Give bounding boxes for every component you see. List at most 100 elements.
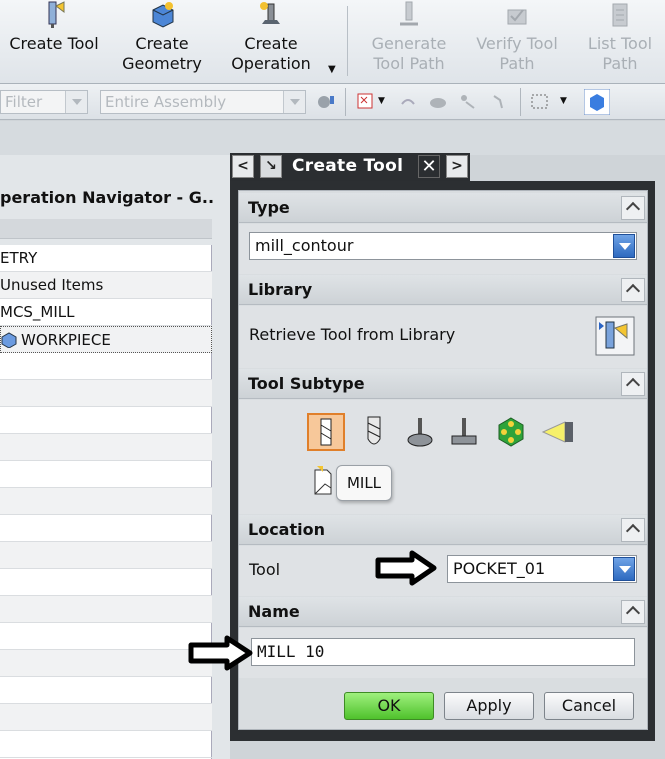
chevron-up-icon[interactable]	[621, 600, 645, 624]
generate-label-1: Generate	[371, 34, 447, 53]
gear-filter-icon[interactable]	[316, 92, 336, 112]
ball-mill-subtype-icon[interactable]	[359, 415, 389, 449]
tool-name-input[interactable]: MILL 10	[251, 638, 635, 666]
assembly-combo-text: Entire Assembly	[105, 93, 227, 111]
toolbar-separator	[345, 88, 346, 116]
create-geometry-label-1: Create	[135, 34, 189, 53]
verify-toolpath-icon	[507, 9, 527, 25]
location-section-body: Tool POCKET_01	[239, 546, 647, 596]
dock-arrow-icon[interactable]: ↘	[260, 155, 282, 178]
tree-row-empty	[0, 353, 212, 380]
dialog-title-bar[interactable]: < ↘ Create Tool ✕ >	[230, 153, 470, 181]
filter-combo-text: Filter	[5, 93, 43, 111]
tool-location-value: POCKET_01	[453, 559, 546, 578]
chevron-down-icon[interactable]: ▼	[560, 96, 567, 106]
type-section-header[interactable]: Type	[239, 193, 647, 223]
tree-row-empty	[0, 488, 212, 515]
tree-row-empty	[0, 731, 212, 758]
tool-pick-icon[interactable]	[490, 92, 510, 112]
select-icon[interactable]	[356, 92, 376, 112]
assembly-combo[interactable]: Entire Assembly	[100, 90, 306, 114]
create-tool-button[interactable]: Create Tool	[4, 0, 104, 80]
barrel-cutter-subtype-icon[interactable]	[449, 416, 479, 448]
subtype-section-header[interactable]: Tool Subtype	[239, 369, 647, 399]
tree-row-unused-items[interactable]: Unused Items	[0, 272, 212, 299]
chevron-down-icon[interactable]	[613, 234, 635, 258]
retrieve-library-icon[interactable]	[595, 316, 635, 356]
toolbar-separator	[520, 88, 521, 116]
chevron-right-icon[interactable]: >	[446, 155, 468, 178]
chevron-down-icon[interactable]: ▼	[378, 96, 385, 106]
library-section-header[interactable]: Library	[239, 275, 647, 305]
create-operation-label-1: Create	[244, 34, 298, 53]
tree-row-empty	[0, 434, 212, 461]
tree-row-empty	[0, 461, 212, 488]
annotation-arrow-icon	[188, 635, 253, 671]
create-operation-button[interactable]: Create Operation	[220, 0, 322, 80]
type-select[interactable]: mill_contour	[249, 232, 637, 260]
verify-label-1: Verify Tool	[476, 34, 558, 53]
list-label-2: Path	[602, 54, 638, 73]
type-select-value: mill_contour	[255, 236, 354, 255]
create-geometry-label-2: Geometry	[122, 54, 202, 73]
dialog-title: Create Tool	[292, 156, 404, 176]
tree-row-empty	[0, 569, 212, 596]
create-geometry-button[interactable]: Create Geometry	[112, 0, 212, 80]
solid-icon[interactable]	[428, 92, 448, 112]
view-cube-icon[interactable]	[584, 89, 610, 115]
location-heading: Location	[248, 520, 325, 539]
location-section-header[interactable]: Location	[239, 515, 647, 545]
name-heading: Name	[248, 602, 300, 621]
create-operation-icon	[260, 2, 280, 24]
name-section-body: MILL 10	[239, 628, 647, 678]
chevron-down-icon[interactable]	[65, 91, 87, 113]
navigator-column-header[interactable]	[0, 219, 212, 239]
chevron-up-icon[interactable]	[621, 518, 645, 542]
chevron-up-icon[interactable]	[621, 278, 645, 302]
type-section-body: mill_contour	[239, 224, 647, 274]
list-toolpath-button: List Tool Path	[576, 0, 664, 80]
retrieve-from-library-label: Retrieve Tool from Library	[249, 325, 456, 344]
create-operation-label-2: Operation	[231, 54, 311, 73]
apply-button[interactable]: Apply	[444, 692, 534, 720]
thread-mill-subtype-icon[interactable]	[495, 416, 527, 448]
workpiece-icon	[1, 332, 17, 348]
verify-toolpath-button: Verify Tool Path	[468, 0, 566, 80]
navigator-title: peration Navigator - G...	[0, 183, 213, 213]
chevron-down-icon[interactable]	[613, 557, 635, 581]
undo-icon[interactable]	[398, 92, 418, 112]
tree-row-empty	[0, 515, 212, 542]
filter-combo[interactable]: Filter	[0, 90, 88, 114]
close-icon[interactable]: ✕	[418, 155, 440, 178]
tree-row-geometry[interactable]: ETRY	[0, 245, 212, 272]
name-section-header[interactable]: Name	[239, 597, 647, 627]
create-geometry-icon	[152, 2, 174, 28]
chevron-left-icon[interactable]: <	[232, 155, 254, 178]
cancel-button[interactable]: Cancel	[544, 692, 634, 720]
chevron-down-icon[interactable]	[283, 91, 305, 113]
type-heading: Type	[248, 198, 290, 217]
tree-row-empty	[0, 542, 212, 569]
generate-toolpath-button: Generate Tool Path	[360, 0, 458, 80]
mill-form-subtype-icon[interactable]	[541, 418, 577, 446]
snap-icon[interactable]	[458, 92, 478, 112]
mill-subtype-icon[interactable]	[307, 413, 345, 451]
selection-toolbar: Filter Entire Assembly ▼ ▼	[0, 84, 665, 120]
tool-location-select[interactable]: POCKET_01	[447, 555, 637, 583]
create-tool-label: Create Tool	[9, 34, 99, 53]
ribbon-separator	[347, 6, 348, 76]
tree-row-label: Unused Items	[0, 276, 104, 294]
tree-row-empty	[0, 650, 212, 677]
list-toolpath-icon	[612, 3, 628, 27]
tree-row-mcs-mill[interactable]: MCS_MILL	[0, 299, 212, 326]
t-cutter-subtype-icon[interactable]	[405, 416, 435, 448]
tree-row-empty	[0, 407, 212, 434]
box-select-icon[interactable]	[530, 92, 550, 112]
tool-location-label: Tool	[249, 560, 281, 579]
chevron-up-icon[interactable]	[621, 196, 645, 220]
tree-row-workpiece[interactable]: WORKPIECE	[0, 326, 212, 353]
chevron-up-icon[interactable]	[621, 372, 645, 396]
verify-label-2: Path	[499, 54, 535, 73]
more-dropdown-icon[interactable]: ▼	[328, 64, 336, 75]
ok-button[interactable]: OK	[344, 692, 434, 720]
